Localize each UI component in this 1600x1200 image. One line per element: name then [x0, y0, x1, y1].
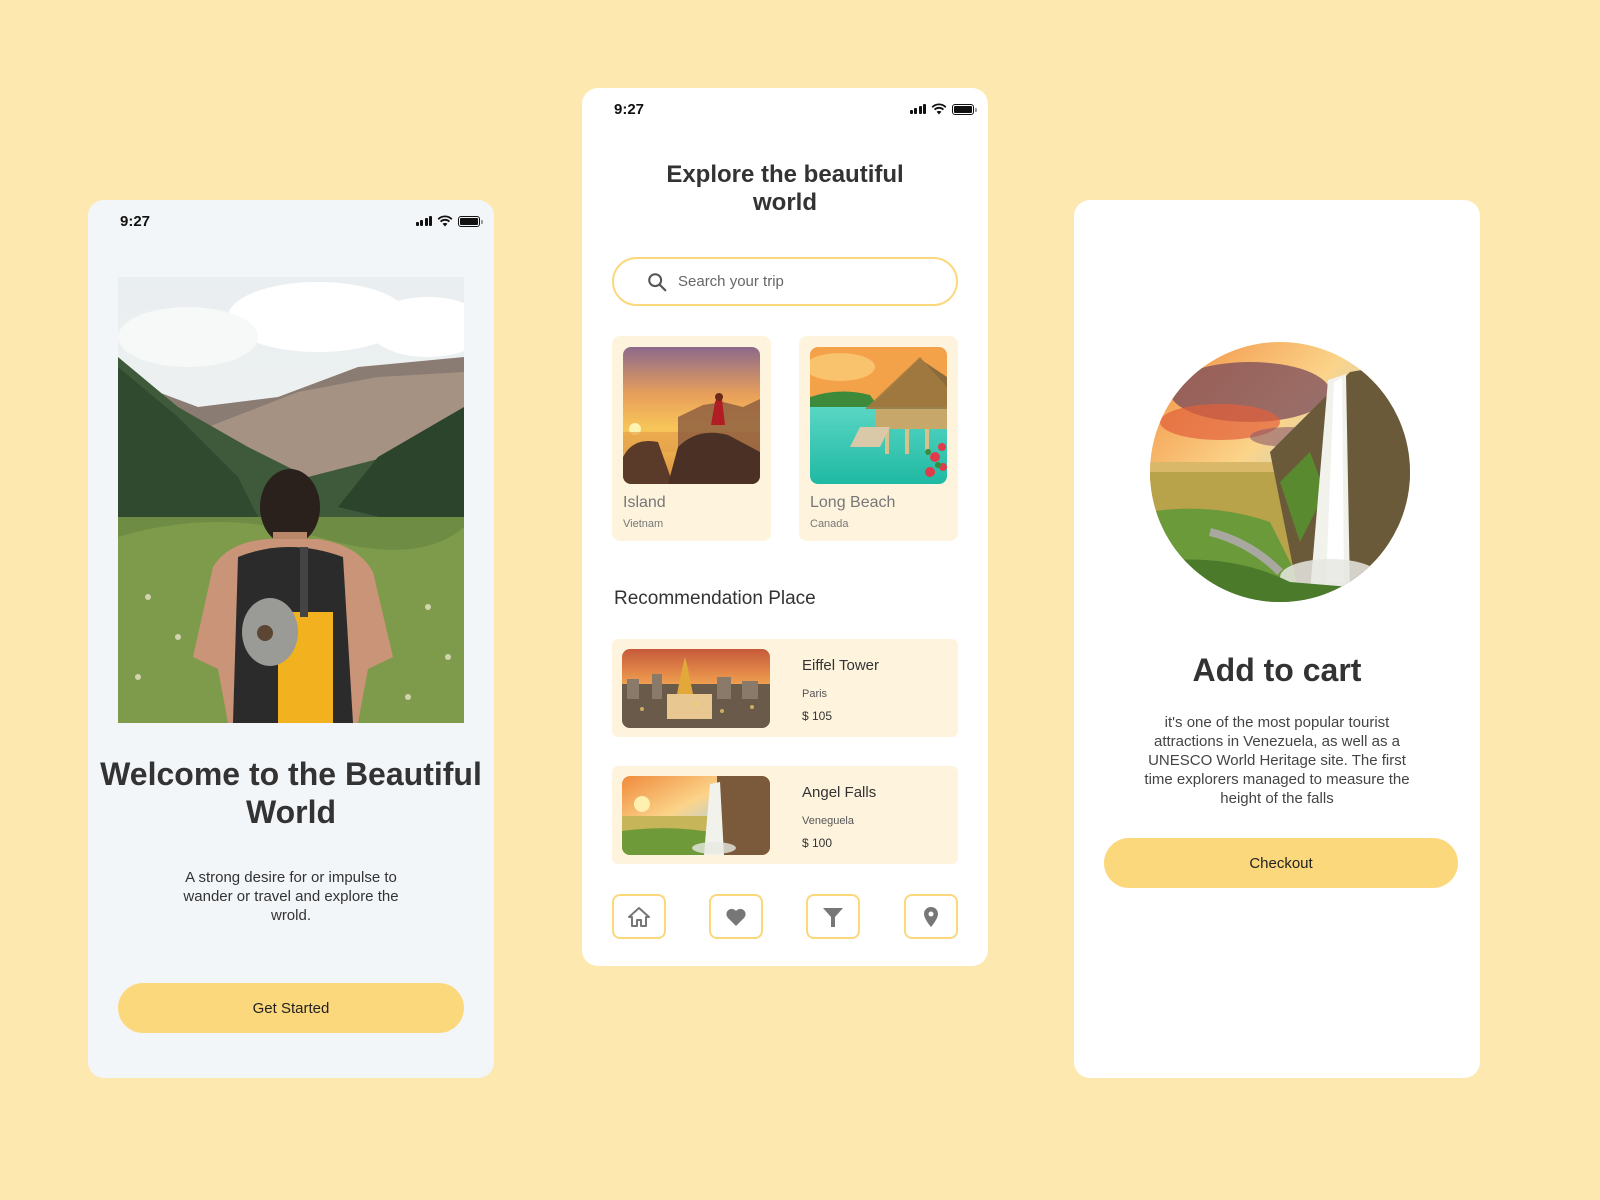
recommendation-card-angel-falls[interactable]: Angel Falls Veneguela $ 100 [612, 766, 958, 864]
hero-image [118, 277, 464, 723]
place-country: Canada [810, 518, 849, 530]
recommendation-price: $ 105 [802, 709, 833, 723]
signal-icon [415, 216, 432, 226]
place-card-island[interactable]: Island Vietnam [612, 336, 771, 541]
place-name: Long Beach [810, 494, 896, 511]
status-time: 9:27 [614, 101, 645, 118]
recommendation-city: Paris [802, 688, 828, 700]
explore-title: Explore the beautiful world [666, 161, 904, 216]
nav-location-button[interactable] [904, 894, 958, 939]
get-started-button[interactable]: Get Started [118, 983, 464, 1033]
status-time: 9:27 [120, 213, 151, 230]
heart-icon [726, 908, 746, 926]
filter-icon [823, 907, 843, 927]
cart-description: it's one of the most popular tourist att… [1144, 714, 1410, 807]
bottom-nav [612, 894, 958, 939]
place-card-long-beach[interactable]: Long Beach Canada [799, 336, 958, 541]
battery-icon [952, 103, 977, 115]
long-beach-photo [810, 347, 947, 484]
wifi-icon [437, 215, 453, 227]
welcome-title: Welcome to the Beautiful World [100, 756, 482, 830]
search-bar[interactable] [612, 257, 958, 306]
waterfall-photo [622, 776, 770, 855]
wifi-icon [931, 103, 947, 115]
island-photo [623, 347, 760, 484]
battery-icon [458, 215, 483, 227]
place-image [810, 347, 947, 484]
nav-favorites-button[interactable] [709, 894, 763, 939]
cart-screen: Add to cart it's one of the most popular… [1074, 200, 1480, 1078]
recommendation-image [622, 776, 770, 855]
welcome-description: A strong desire for or impulse to wander… [183, 869, 399, 924]
place-country: Vietnam [623, 518, 664, 530]
place-image [623, 347, 760, 484]
recommendation-name: Eiffel Tower [802, 657, 879, 674]
checkout-button[interactable]: Checkout [1104, 838, 1458, 888]
cart-hero-image [1150, 342, 1410, 602]
welcome-screen: 9:27 Welcome to the Beautiful World A st… [88, 200, 494, 1078]
hiker-photo [118, 277, 464, 723]
nav-filter-button[interactable] [806, 894, 860, 939]
signal-icon [909, 104, 926, 114]
cart-title: Add to cart [1192, 652, 1362, 688]
location-pin-icon [924, 906, 938, 927]
status-icons [415, 215, 483, 227]
recommendation-title: Recommendation Place [614, 588, 816, 609]
status-bar: 9:27 [582, 88, 988, 132]
recommendation-city: Veneguela [802, 815, 854, 827]
search-input[interactable] [678, 273, 928, 290]
waterfall-photo [1150, 342, 1410, 602]
recommendation-price: $ 100 [802, 836, 833, 850]
explore-screen: 9:27 Explore the beautiful world Search … [582, 88, 988, 966]
nav-home-button[interactable] [612, 894, 666, 939]
home-icon [628, 906, 650, 927]
status-icons [909, 103, 977, 115]
recommendation-image [622, 649, 770, 728]
recommendation-name: Angel Falls [802, 784, 877, 801]
city-photo [622, 649, 770, 728]
place-name: Island [623, 494, 666, 511]
search-icon [648, 272, 667, 291]
recommendation-card-eiffel-tower[interactable]: Eiffel Tower Paris $ 105 [612, 639, 958, 737]
status-bar: 9:27 [88, 200, 494, 244]
